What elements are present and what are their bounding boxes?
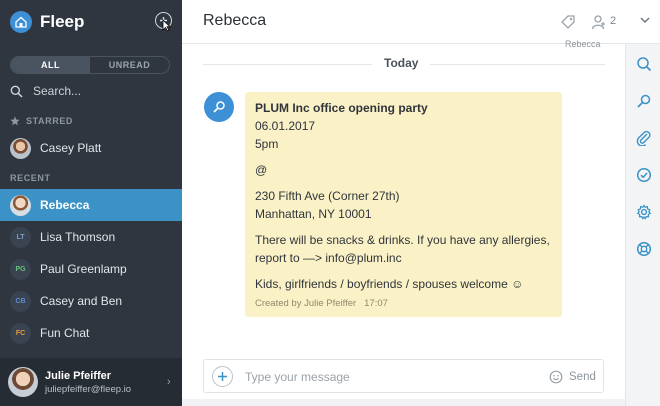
message-address-line1: 230 Fifth Ave (Corner 27th) <box>255 189 400 203</box>
chevron-down-icon[interactable] <box>639 14 651 26</box>
members-icon[interactable] <box>591 14 607 30</box>
conversation-item-casey-and-ben[interactable]: CB Casey and Ben <box>0 285 182 317</box>
message-address-line2: Manhattan, NY 10001 <box>255 207 372 221</box>
help-lifebuoy-icon[interactable] <box>636 241 652 257</box>
pinned-note-icon <box>204 92 234 122</box>
avatar <box>10 137 31 159</box>
search-placeholder: Search... <box>33 84 82 98</box>
conversation-item-paul-greenlamp[interactable]: PG Paul Greenlamp <box>0 253 182 285</box>
user-email: juliepfeiffer@fleep.io <box>45 383 132 395</box>
pinned-message[interactable]: PLUM Inc office opening party 06.01.2017… <box>245 92 562 317</box>
add-attachment-button[interactable] <box>212 366 233 387</box>
message-timestamp: 17:07 <box>364 298 388 309</box>
pinboard-icon[interactable] <box>636 93 652 109</box>
filter-unread-tab[interactable]: UNREAD <box>90 57 169 73</box>
avatar-initials: CB <box>10 290 31 312</box>
current-user-bar[interactable]: Julie Pfeiffer juliepfeiffer@fleep.io › <box>0 358 182 406</box>
message-note-line3: Kids, girlfriends / boyfriends / spouses… <box>255 277 524 291</box>
message-title: PLUM Inc office opening party <box>255 101 428 115</box>
avatar-initials: PG <box>10 258 31 280</box>
message-author: Created by Julie Pfeiffer <box>255 298 357 309</box>
conversation-filter: ALL UNREAD <box>10 56 170 74</box>
message-area: Rebecca Today PLUM Inc office opening pa… <box>182 39 625 406</box>
emoji-icon[interactable] <box>549 370 563 384</box>
conversation-name: Rebecca <box>40 198 90 212</box>
app-name: Fleep <box>40 12 85 31</box>
filter-all-tab[interactable]: ALL <box>11 57 90 73</box>
send-button[interactable]: Send <box>569 371 596 383</box>
conversation-name: Paul Greenlamp <box>40 262 127 276</box>
message-composer[interactable]: Type your message Send <box>203 359 604 393</box>
avatar-initials: FC <box>10 322 31 344</box>
conversation-item-rebecca[interactable]: Rebecca <box>0 189 182 221</box>
starred-item-casey-platt[interactable]: Casey Platt <box>0 132 182 164</box>
chevron-right-icon: › <box>167 376 171 388</box>
avatar <box>10 194 31 216</box>
sidebar: Fleep ALL UNREAD Search... STARRED Casey… <box>0 0 182 406</box>
right-toolbar <box>625 44 660 406</box>
message-meta: Created by Julie Pfeiffer 17:07 <box>255 298 388 309</box>
user-avatar <box>8 367 38 397</box>
conversation-header: Rebecca 2 <box>182 0 660 44</box>
recent-section-label: RECENT <box>10 173 51 183</box>
conversation-name: Casey and Ben <box>40 294 123 308</box>
star-icon <box>10 116 20 126</box>
conversation-item-fun-chat[interactable]: FC Fun Chat <box>0 317 182 349</box>
starred-section-label: STARRED <box>10 116 73 126</box>
fleep-logo-icon <box>10 11 32 33</box>
member-count: 2 <box>610 15 617 27</box>
plus-icon <box>218 372 227 381</box>
search-icon[interactable] <box>636 56 652 72</box>
tag-icon[interactable] <box>560 14 576 30</box>
settings-gear-icon[interactable] <box>636 204 652 220</box>
composer-footer-strip <box>182 399 625 406</box>
conversation-name: Casey Platt <box>40 141 102 155</box>
message-date: 06.01.2017 <box>255 119 316 133</box>
tasks-check-icon[interactable] <box>636 167 652 183</box>
conversation-name: Lisa Thomson <box>40 230 116 244</box>
sidebar-search[interactable]: Search... <box>10 84 81 98</box>
conversation-title[interactable]: Rebecca <box>203 12 266 30</box>
message-note-line2: report to —> info@plum.inc <box>255 251 402 265</box>
conversation-item-lisa-thomson[interactable]: LT Lisa Thomson <box>0 221 182 253</box>
conversation-name: Fun Chat <box>40 326 90 340</box>
partial-sender-name: Rebecca <box>565 39 601 49</box>
search-icon <box>10 85 23 98</box>
message-input[interactable]: Type your message <box>245 370 350 384</box>
message-time: 5pm <box>255 137 279 151</box>
avatar-initials: LT <box>10 226 31 248</box>
paperclip-icon[interactable] <box>636 130 652 146</box>
mouse-cursor-icon <box>162 19 171 32</box>
date-divider: Today <box>372 56 431 70</box>
message-at: @ <box>255 163 268 177</box>
user-name: Julie Pfeiffer <box>45 369 112 382</box>
message-note-line1: There will be snacks & drinks. If you ha… <box>255 233 550 247</box>
